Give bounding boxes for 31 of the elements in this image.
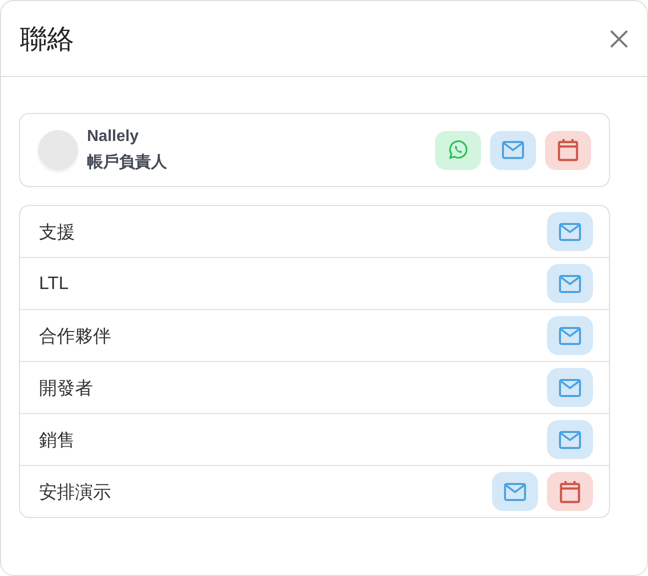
email-button[interactable] bbox=[492, 472, 538, 511]
email-button[interactable] bbox=[547, 420, 593, 459]
department-label: 支援 bbox=[39, 220, 75, 244]
dialog-title: 聯絡 bbox=[20, 22, 74, 56]
department-label: 合作夥伴 bbox=[39, 324, 111, 348]
email-button[interactable] bbox=[547, 264, 593, 303]
email-button[interactable] bbox=[547, 368, 593, 407]
email-button[interactable] bbox=[547, 316, 593, 355]
phone-bubble-icon bbox=[447, 139, 469, 161]
department-label: 銷售 bbox=[39, 428, 75, 452]
close-icon bbox=[609, 28, 629, 48]
close-button[interactable] bbox=[609, 28, 629, 48]
mail-icon bbox=[558, 430, 582, 450]
mail-icon bbox=[558, 378, 582, 398]
email-button[interactable] bbox=[547, 212, 593, 251]
email-button[interactable] bbox=[490, 130, 536, 170]
mail-icon bbox=[558, 326, 582, 346]
whatsapp-button[interactable] bbox=[435, 130, 481, 170]
department-label: LTL bbox=[39, 273, 69, 294]
mail-icon bbox=[501, 140, 525, 160]
calendar-icon bbox=[557, 138, 579, 162]
department-label: 安排演示 bbox=[39, 480, 111, 504]
mail-icon bbox=[558, 222, 582, 242]
department-label: 開發者 bbox=[39, 376, 93, 400]
contact-role: 帳戶負責人 bbox=[87, 152, 168, 172]
calendar-button[interactable] bbox=[545, 130, 591, 170]
calendar-button[interactable] bbox=[547, 472, 593, 511]
mail-icon bbox=[503, 482, 527, 502]
contact-name: Nallely bbox=[87, 128, 140, 146]
mail-icon bbox=[558, 274, 582, 294]
calendar-icon bbox=[559, 480, 581, 504]
